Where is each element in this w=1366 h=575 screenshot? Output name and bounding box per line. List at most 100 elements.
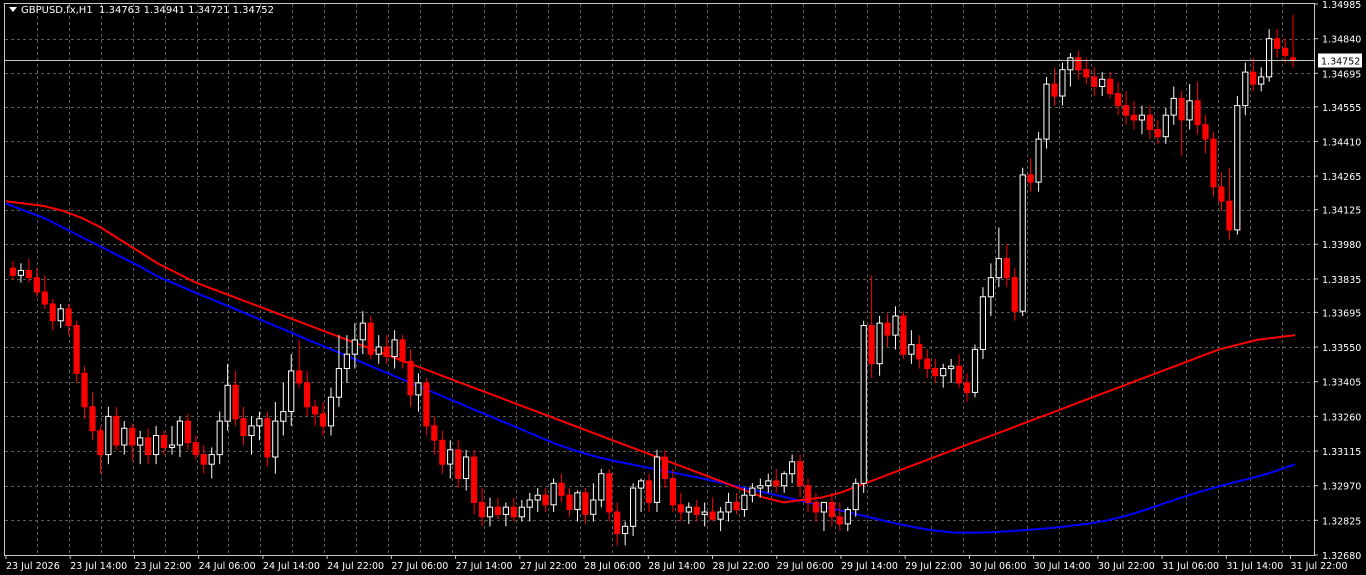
candle-body (1130, 114, 1138, 121)
candle-body (622, 525, 629, 534)
x-tick-label-18: 31 Jul 06:00 (1162, 561, 1219, 572)
x-tick-label-6: 27 Jul 06:00 (391, 561, 448, 572)
candle-body (510, 506, 517, 518)
x-tick-label-17: 30 Jul 22:00 (1098, 561, 1155, 572)
candle-92 (741, 488, 748, 517)
candle-body (192, 442, 199, 456)
candle-body (232, 384, 239, 420)
candle-140 (1122, 91, 1130, 125)
candle-body (415, 382, 422, 396)
candle-body (956, 365, 963, 384)
candle-body (248, 425, 255, 436)
candle-body (367, 322, 374, 355)
candle-body (526, 499, 533, 508)
candle-body (184, 420, 192, 444)
candle-52 (423, 378, 430, 436)
y-tick-label-9: 1.33695 (1322, 308, 1361, 319)
y-tick-label-2: 1.34695 (1322, 69, 1361, 80)
candle-body (987, 277, 994, 298)
candle-104 (836, 502, 843, 532)
y-tick-label-13: 1.33115 (1322, 447, 1361, 458)
candle-161 (1289, 14, 1297, 68)
candle-105 (844, 507, 851, 532)
candle-body (1083, 69, 1090, 78)
candle-body (33, 277, 40, 293)
candle-body (868, 325, 875, 365)
candle-body (812, 501, 820, 513)
y-tick-label-14: 1.32970 (1322, 482, 1361, 493)
candle-body (558, 482, 565, 496)
candle-body (606, 473, 613, 513)
candle-91 (733, 492, 740, 515)
candle-38 (312, 399, 319, 426)
candle-66 (534, 488, 541, 512)
candle-99 (797, 454, 804, 498)
candle-body (566, 494, 573, 511)
candle-102 (820, 501, 827, 532)
candle-body (439, 439, 446, 465)
candle-body (89, 406, 96, 432)
candle-108 (868, 275, 875, 379)
candle-body (391, 339, 398, 358)
candle-body (614, 511, 621, 534)
price-axis: 1.34985 1.34840 1.34695 1.34555 1.34410 1.342… (1314, 0, 1362, 562)
candle-120 (963, 373, 971, 403)
candle-64 (518, 500, 525, 522)
candle-body (908, 344, 915, 355)
x-tick-label-10: 28 Jul 14:00 (648, 561, 705, 572)
candle-body (860, 325, 867, 484)
candle-body (963, 382, 971, 393)
candle-90 (725, 492, 732, 522)
candle-body (630, 487, 637, 527)
candle-118 (948, 358, 955, 383)
candle-138 (1107, 72, 1114, 99)
candle-12 (105, 406, 112, 465)
candle-86 (693, 500, 700, 522)
candle-9 (81, 366, 88, 419)
y-tick-label-8: 1.33835 (1322, 275, 1361, 286)
candle-100 (804, 478, 812, 512)
candle-body (471, 456, 478, 503)
candle-body (121, 427, 128, 446)
candle-body (153, 435, 160, 456)
candle-5 (49, 299, 56, 331)
x-tick-label-13: 29 Jul 14:00 (841, 561, 898, 572)
candle-46 (375, 335, 382, 364)
candle-41 (335, 335, 342, 407)
candle-body (709, 511, 716, 520)
price-chart[interactable]: 1.34985 1.34840 1.34695 1.34555 1.34410 1.342… (0, 0, 1366, 575)
x-tick-label-12: 29 Jul 06:00 (777, 561, 834, 572)
y-tick-label-15: 1.32825 (1322, 516, 1361, 527)
candle-body (1059, 69, 1066, 97)
candle-body (463, 456, 470, 479)
candle-body (502, 506, 509, 515)
candle-body (105, 415, 112, 456)
candle-body (797, 461, 804, 487)
candle-125 (1003, 244, 1010, 288)
candle-21 (176, 416, 184, 457)
candle-53 (431, 416, 438, 455)
candle-body (542, 494, 549, 506)
candle-6 (57, 304, 64, 328)
candle-body (1258, 76, 1265, 85)
chart-header: GBPUSD.fx,H1 1.34763 1.34941 1.34721 1.3… (9, 4, 274, 18)
candle-143 (1146, 105, 1154, 140)
candle-body (1011, 277, 1018, 312)
candle-87 (701, 502, 708, 527)
candle-8 (73, 320, 80, 383)
candle-51 (415, 373, 422, 412)
candle-body (852, 482, 859, 511)
candle-67 (542, 488, 549, 512)
candle-body (137, 437, 144, 446)
candle-body (1154, 129, 1161, 138)
candle-body (319, 413, 327, 427)
candle-body (9, 267, 17, 276)
candle-body (638, 480, 645, 489)
dropdown-triangle-icon[interactable] (9, 6, 17, 12)
y-tick-label-12: 1.33260 (1322, 412, 1361, 423)
candle-body (1099, 78, 1106, 88)
candle-body (160, 435, 168, 448)
candle-body (900, 315, 907, 355)
candle-body (81, 372, 88, 408)
candle-body (1202, 124, 1209, 140)
